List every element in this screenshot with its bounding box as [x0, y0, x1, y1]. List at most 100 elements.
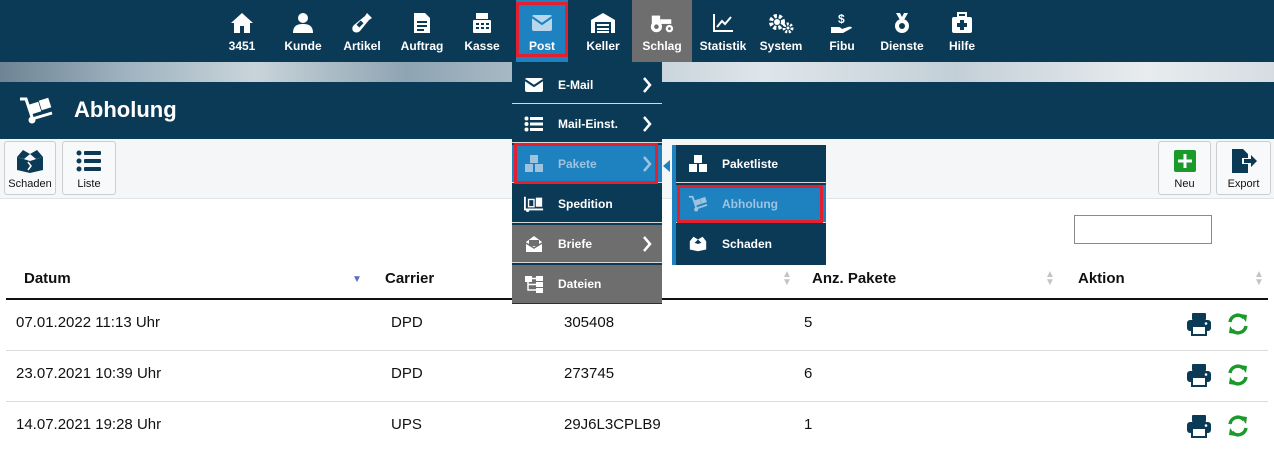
- cell-datum: 07.01.2022 11:13 Uhr: [16, 314, 161, 331]
- nav-item-kunde[interactable]: Kunde: [282, 0, 324, 62]
- row-actions: [1186, 363, 1250, 392]
- nav-item-statistik[interactable]: Statistik: [700, 0, 746, 62]
- column-header-aktion[interactable]: Aktion: [1078, 270, 1125, 287]
- submenu-item-abholung[interactable]: Abholung: [676, 185, 826, 223]
- nav-item-system[interactable]: System: [758, 0, 804, 62]
- document-icon: [409, 10, 435, 36]
- cell-anz-pakete: 1: [804, 416, 813, 433]
- nav-item-label: Post: [528, 39, 555, 53]
- menu-item-email[interactable]: E-Mail: [512, 66, 662, 104]
- chevron-right-icon: [642, 236, 652, 255]
- line-chart-icon: [710, 10, 736, 36]
- liste-button[interactable]: Liste: [62, 141, 116, 195]
- neu-button-label: Neu: [1174, 178, 1195, 190]
- refresh-icon[interactable]: [1226, 414, 1250, 443]
- app-window: 3451 Kunde Artikel Auftrag Kasse Post Ke…: [0, 0, 1274, 452]
- menu-item-briefe[interactable]: Briefe: [512, 225, 662, 263]
- nav-item-schlag[interactable]: Schlag: [632, 0, 692, 62]
- nav-item-fibu[interactable]: $ Fibu: [826, 0, 858, 62]
- print-icon[interactable]: [1186, 363, 1212, 392]
- export-icon: [1230, 148, 1258, 174]
- nav-item-dienste[interactable]: Dienste: [880, 0, 924, 62]
- top-navigation: 3451 Kunde Artikel Auftrag Kasse Post Ke…: [0, 0, 1274, 62]
- envelope-icon: [529, 10, 555, 36]
- table-row[interactable]: 07.01.2022 11:13 Uhr DPD 305408 5: [6, 300, 1268, 351]
- nav-item-label: Hilfe: [948, 39, 975, 53]
- chevron-right-icon: [642, 77, 652, 96]
- search-input[interactable]: [1074, 215, 1212, 244]
- truck-loading-icon: [524, 194, 544, 214]
- sort-icon[interactable]: ▲ ▼: [1045, 270, 1055, 288]
- menu-item-label: Spedition: [558, 196, 613, 211]
- sitemap-icon: [524, 274, 544, 294]
- cell-datum: 23.07.2021 10:39 Uhr: [16, 365, 162, 382]
- table-row[interactable]: 14.07.2021 19:28 Uhr UPS 29J6L3CPLB9 1: [6, 402, 1268, 452]
- plus-icon: [1173, 148, 1196, 174]
- page-title: Abholung: [74, 97, 177, 122]
- home-icon: [229, 10, 255, 36]
- menu-item-label: Mail-Einst.: [558, 116, 619, 131]
- sort-icon[interactable]: ▲ ▼: [1254, 270, 1264, 288]
- refresh-icon[interactable]: [1226, 363, 1250, 392]
- liste-button-label: Liste: [77, 178, 101, 190]
- bottle-icon: [349, 10, 375, 36]
- broken-box-icon: [14, 148, 46, 174]
- cell-carrier: DPD: [391, 314, 423, 331]
- dolly-icon: [688, 194, 708, 214]
- print-icon[interactable]: [1186, 414, 1212, 443]
- print-icon[interactable]: [1186, 312, 1212, 341]
- cell-nummer: 305408: [564, 314, 615, 331]
- submenu-item-schaden[interactable]: Schaden: [676, 225, 826, 263]
- nav-item-label: System: [759, 39, 803, 53]
- export-button[interactable]: Export: [1216, 141, 1271, 195]
- hand-dollar-icon: $: [829, 10, 855, 36]
- nav-item-auftrag[interactable]: Auftrag: [400, 0, 444, 62]
- nav-item-label: Artikel: [343, 39, 381, 53]
- menu-item-label: Pakete: [558, 156, 597, 171]
- column-header-carrier[interactable]: Carrier: [385, 270, 434, 287]
- cell-anz-pakete: 5: [804, 314, 813, 331]
- sort-icon[interactable]: ▲ ▼: [782, 270, 792, 288]
- mail-settings-icon: [524, 114, 544, 134]
- broken-box-icon: [688, 234, 708, 254]
- dolly-icon: [18, 97, 54, 125]
- cell-datum: 14.07.2021 19:28 Uhr: [16, 416, 162, 433]
- menu-item-label: Briefe: [558, 236, 593, 251]
- submenu-item-label: Paketliste: [722, 156, 779, 171]
- schaden-button[interactable]: Schaden: [4, 141, 56, 195]
- menu-item-spedition[interactable]: Spedition: [512, 185, 662, 223]
- nav-item-3451[interactable]: 3451: [224, 0, 260, 62]
- nav-item-hilfe[interactable]: Hilfe: [946, 0, 978, 62]
- nav-item-label: Fibu: [829, 39, 855, 53]
- cogs-icon: [768, 10, 794, 36]
- menu-item-mail-einst[interactable]: Mail-Einst.: [512, 105, 662, 143]
- nav-item-label: Statistik: [699, 39, 747, 53]
- export-button-label: Export: [1227, 178, 1260, 190]
- list-icon: [76, 148, 102, 174]
- nav-item-label: Schlag: [642, 39, 682, 53]
- refresh-icon[interactable]: [1226, 312, 1250, 341]
- cell-carrier: DPD: [391, 365, 423, 382]
- neu-button[interactable]: Neu: [1158, 141, 1211, 195]
- menu-item-label: E-Mail: [558, 77, 594, 92]
- nav-item-label: Keller: [586, 39, 620, 53]
- table-row[interactable]: 23.07.2021 10:39 Uhr DPD 273745 6: [6, 351, 1268, 402]
- menu-item-label: Dateien: [558, 277, 602, 291]
- nav-item-artikel[interactable]: Artikel: [342, 0, 382, 62]
- menu-item-pakete[interactable]: Pakete: [512, 145, 662, 183]
- user-icon: [290, 10, 316, 36]
- sort-desc-icon[interactable]: ▼: [352, 275, 362, 285]
- cell-anz-pakete: 6: [804, 365, 813, 382]
- boxes-icon: [524, 154, 544, 174]
- pakete-submenu: Paketliste Abholung Schaden: [672, 145, 826, 265]
- warehouse-icon: [590, 10, 616, 36]
- nav-item-kasse[interactable]: Kasse: [462, 0, 502, 62]
- column-header-datum[interactable]: Datum: [24, 270, 71, 287]
- submenu-item-paketliste[interactable]: Paketliste: [676, 145, 826, 183]
- menu-item-dateien[interactable]: Dateien: [512, 265, 662, 303]
- nav-item-post[interactable]: Post: [516, 0, 568, 62]
- nav-item-keller[interactable]: Keller: [580, 0, 626, 62]
- envelope-icon: [524, 75, 544, 95]
- nav-item-label: Kunde: [284, 39, 322, 53]
- column-header-anz-pakete[interactable]: Anz. Pakete: [812, 270, 896, 287]
